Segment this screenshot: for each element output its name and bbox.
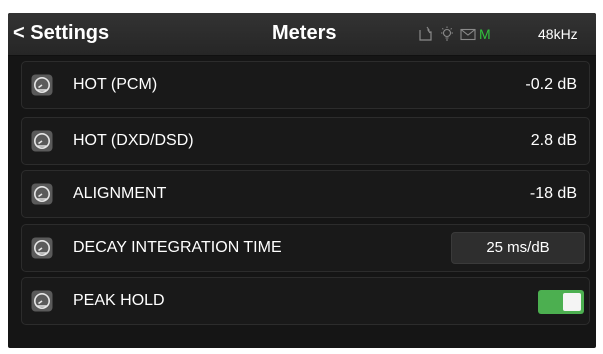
meters-screen: < Settings Meters M 48kHz HOT (PCM) -0.2… <box>8 13 596 348</box>
row-label: DECAY INTEGRATION TIME <box>73 239 282 256</box>
meter-icon <box>31 237 53 259</box>
row-value: 2.8 dB <box>530 132 577 149</box>
header-bar: < Settings Meters M 48kHz <box>8 13 596 56</box>
toggle-knob <box>563 293 581 311</box>
sample-rate: 48kHz <box>538 26 578 42</box>
meter-icon <box>31 290 53 312</box>
peak-hold-toggle[interactable] <box>538 290 584 314</box>
row-alignment[interactable]: ALIGNMENT -18 dB <box>21 170 590 218</box>
row-label: PEAK HOLD <box>73 292 165 309</box>
row-value: -18 dB <box>529 185 577 202</box>
row-label: HOT (DXD/DSD) <box>73 132 194 149</box>
decay-time-selector[interactable]: 25 ms/dB <box>451 232 585 264</box>
row-hot-dxd-dsd[interactable]: HOT (DXD/DSD) 2.8 dB <box>21 117 590 165</box>
row-decay-integration-time[interactable]: DECAY INTEGRATION TIME 25 ms/dB <box>21 224 590 272</box>
row-value: -0.2 dB <box>525 76 577 93</box>
row-peak-hold[interactable]: PEAK HOLD <box>21 277 590 325</box>
row-label: ALIGNMENT <box>73 185 167 202</box>
meter-icon <box>31 130 53 152</box>
back-button[interactable]: < Settings <box>13 22 109 45</box>
meter-icon <box>31 74 53 96</box>
light-icon <box>439 26 455 42</box>
row-hot-pcm[interactable]: HOT (PCM) -0.2 dB <box>21 61 590 109</box>
meter-icon <box>31 183 53 205</box>
page-title: Meters <box>272 22 337 44</box>
mail-icon <box>460 26 476 42</box>
row-label: HOT (PCM) <box>73 76 158 93</box>
status-mode-indicator: M <box>479 26 491 42</box>
status-icons: M <box>418 24 491 44</box>
sd-card-icon <box>418 26 434 42</box>
